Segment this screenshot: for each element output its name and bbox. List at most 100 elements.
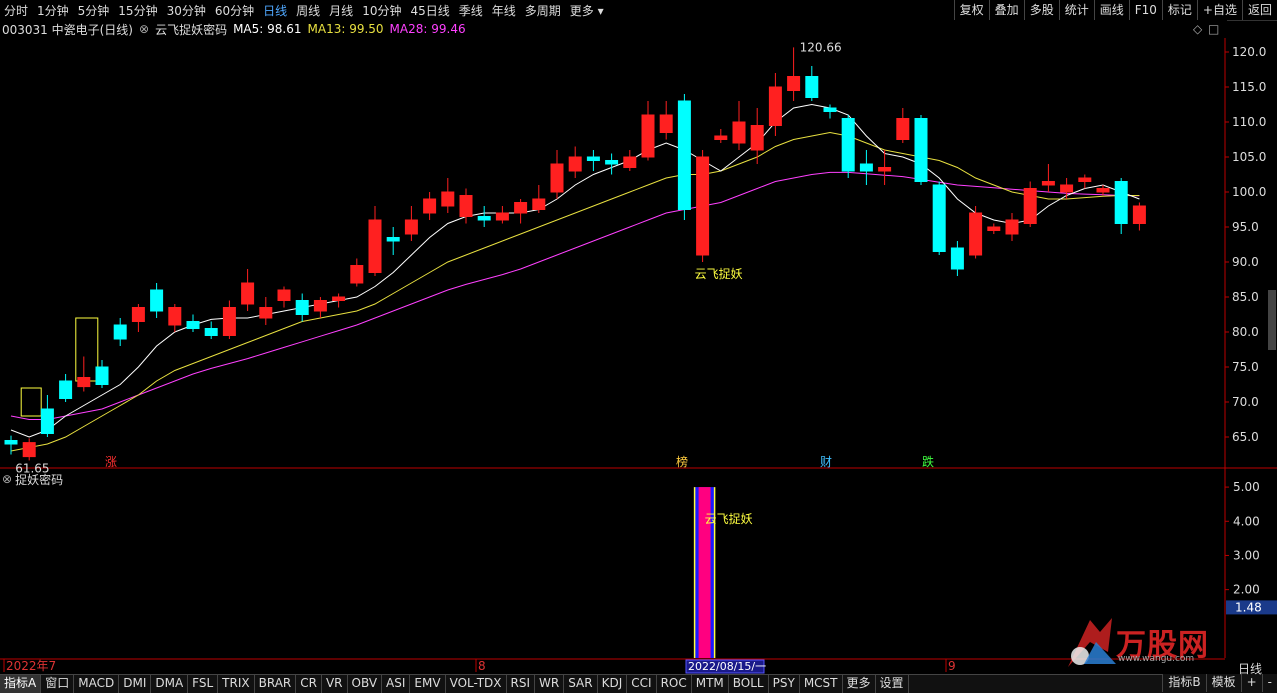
indicator-tab-4[interactable]: DMA bbox=[151, 675, 189, 693]
candle-body bbox=[859, 163, 873, 172]
candle-body bbox=[1023, 188, 1037, 224]
indicator-tab-24[interactable]: 更多 bbox=[843, 675, 876, 693]
indicator-tab-17[interactable]: KDJ bbox=[598, 675, 628, 693]
period-tab-13[interactable]: 多周期 bbox=[525, 2, 561, 19]
price-tick-label: 65.0 bbox=[1232, 430, 1259, 444]
toolbar-button-4[interactable]: 画线 bbox=[1093, 0, 1129, 20]
indicator-tab-8[interactable]: CR bbox=[296, 675, 322, 693]
price-tick-label: 80.0 bbox=[1232, 325, 1259, 339]
price-tick-label: 90.0 bbox=[1232, 255, 1259, 269]
candle-body bbox=[514, 202, 528, 214]
period-tab-1[interactable]: 1分钟 bbox=[37, 2, 69, 19]
toolbar-button-5[interactable]: F10 bbox=[1128, 0, 1162, 20]
diamond-icon[interactable]: ◇ bbox=[1193, 22, 1202, 36]
signal-box bbox=[20, 387, 42, 417]
indicator-tab-5[interactable]: FSL bbox=[188, 675, 219, 693]
candle-body bbox=[495, 212, 509, 221]
toolbar-button-2[interactable]: 多股 bbox=[1023, 0, 1059, 20]
period-tab-12[interactable]: 年线 bbox=[492, 2, 516, 19]
candle-body bbox=[150, 289, 164, 312]
candle-body bbox=[313, 300, 327, 312]
indicator-tab-1[interactable]: 窗口 bbox=[41, 675, 75, 693]
indicator-tick-label: 4.00 bbox=[1233, 514, 1260, 528]
kline-chart[interactable]: 120.0 115.0 110.0 105.0 100.0 95.0 90.0 85.0 80.… bbox=[0, 38, 1277, 674]
period-tab-10[interactable]: 45日线 bbox=[410, 2, 449, 19]
period-tab-3[interactable]: 15分钟 bbox=[118, 2, 157, 19]
candle-body bbox=[1041, 181, 1055, 186]
candle-body bbox=[241, 282, 255, 305]
indicator-tab-12[interactable]: EMV bbox=[410, 675, 446, 693]
indicator-tab-20[interactable]: MTM bbox=[692, 675, 729, 693]
candle-body bbox=[568, 156, 582, 172]
period-tab-5[interactable]: 60分钟 bbox=[215, 2, 254, 19]
period-tab-7[interactable]: 周线 bbox=[296, 2, 320, 19]
indicator-tick-label: 3.00 bbox=[1233, 548, 1260, 562]
right-scrollbar[interactable] bbox=[1268, 290, 1276, 350]
toolbar-button-0[interactable]: 复权 bbox=[953, 0, 989, 20]
toolbar-button-8[interactable]: 返回 bbox=[1241, 0, 1277, 20]
bottom-right-button-0[interactable]: 指标B bbox=[1162, 674, 1205, 692]
candle-body bbox=[131, 307, 145, 322]
period-tab-0[interactable]: 分时 bbox=[4, 2, 28, 19]
candle-body bbox=[1096, 188, 1110, 193]
period-tab-8[interactable]: 月线 bbox=[329, 2, 353, 19]
period-tab-9[interactable]: 10分钟 bbox=[362, 2, 401, 19]
price-tick-label: 100.0 bbox=[1232, 185, 1266, 199]
indicator-tab-0[interactable]: 指标A bbox=[0, 675, 42, 693]
candle-body bbox=[659, 114, 673, 133]
toolbar-button-6[interactable]: 标记 bbox=[1161, 0, 1197, 20]
candle-body bbox=[168, 307, 182, 326]
indicator-name[interactable]: 云飞捉妖密码 bbox=[155, 21, 227, 38]
toolbar-button-3[interactable]: 统计 bbox=[1058, 0, 1094, 20]
yunfei-annotation: 云飞捉妖 bbox=[695, 266, 743, 281]
period-tab-2[interactable]: 5分钟 bbox=[78, 2, 110, 19]
indicator-tab-15[interactable]: WR bbox=[535, 675, 565, 693]
period-tab-6[interactable]: 日线 bbox=[263, 2, 287, 19]
period-tab-11[interactable]: 季线 bbox=[459, 2, 483, 19]
indicator-tab-14[interactable]: RSI bbox=[507, 675, 536, 693]
cursor-date-text: 2022/08/15/一 bbox=[688, 660, 766, 673]
period-tab-14[interactable]: 更多 ▾ bbox=[570, 2, 604, 19]
period-tab-4[interactable]: 30分钟 bbox=[167, 2, 206, 19]
indicator-panel-header: ⊗ 捉妖密码 bbox=[0, 470, 63, 488]
indicator-tab-3[interactable]: DMI bbox=[119, 675, 152, 693]
candle-body bbox=[605, 160, 619, 165]
indicator-tab-25[interactable]: 设置 bbox=[876, 675, 909, 693]
indicator-tab-19[interactable]: ROC bbox=[657, 675, 692, 693]
toolbar-button-7[interactable]: +自选 bbox=[1196, 0, 1242, 20]
indicator-tab-11[interactable]: ASI bbox=[382, 675, 411, 693]
candle-body bbox=[969, 212, 983, 256]
candle-body bbox=[350, 265, 364, 284]
indicator-tab-10[interactable]: OBV bbox=[348, 675, 383, 693]
candle-body bbox=[586, 156, 600, 161]
candle-body bbox=[1078, 177, 1092, 182]
indicator-tab-6[interactable]: TRIX bbox=[218, 675, 255, 693]
period-toolbar: 分时 1分钟 5分钟 15分钟 30分钟 60分钟 日线 周线 月线 10分钟 45日线 季线 年线 多周… bbox=[0, 0, 1277, 21]
candle-body bbox=[896, 118, 910, 140]
bottom-right-button-1[interactable]: 模板 bbox=[1205, 674, 1241, 692]
bottom-right-button-3[interactable]: - bbox=[1261, 674, 1277, 692]
chart-collapse-icon[interactable]: □ bbox=[1208, 22, 1219, 36]
candle-body bbox=[932, 184, 946, 252]
indicator-tab-7[interactable]: BRAR bbox=[255, 675, 297, 693]
toolbar-button-1[interactable]: 叠加 bbox=[988, 0, 1024, 20]
indicator-tab-21[interactable]: BOLL bbox=[729, 675, 769, 693]
indicator-tab-18[interactable]: CCI bbox=[627, 675, 657, 693]
indicator-tab-22[interactable]: PSY bbox=[769, 675, 800, 693]
candle-body bbox=[841, 118, 855, 172]
candle-body bbox=[532, 198, 546, 210]
toolbar-right-buttons: 复权 叠加 多股 统计 画线 F10 标记 +自选 返回 bbox=[953, 0, 1277, 20]
indicator-tab-16[interactable]: SAR bbox=[564, 675, 598, 693]
indicator-toggle-icon[interactable]: ⊗ bbox=[139, 22, 149, 36]
candle-body bbox=[22, 442, 36, 458]
candle-body bbox=[332, 296, 346, 301]
candle-body bbox=[787, 76, 801, 91]
candle-body bbox=[113, 324, 127, 340]
indicator-tab-13[interactable]: VOL-TDX bbox=[446, 675, 507, 693]
panel-toggle-icon[interactable]: ⊗ bbox=[2, 472, 12, 486]
indicator-tab-23[interactable]: MCST bbox=[800, 675, 843, 693]
indicator-tab-9[interactable]: VR bbox=[322, 675, 348, 693]
candle-body bbox=[40, 408, 54, 434]
price-tick-label: 70.0 bbox=[1232, 395, 1259, 409]
indicator-tab-2[interactable]: MACD bbox=[74, 675, 120, 693]
